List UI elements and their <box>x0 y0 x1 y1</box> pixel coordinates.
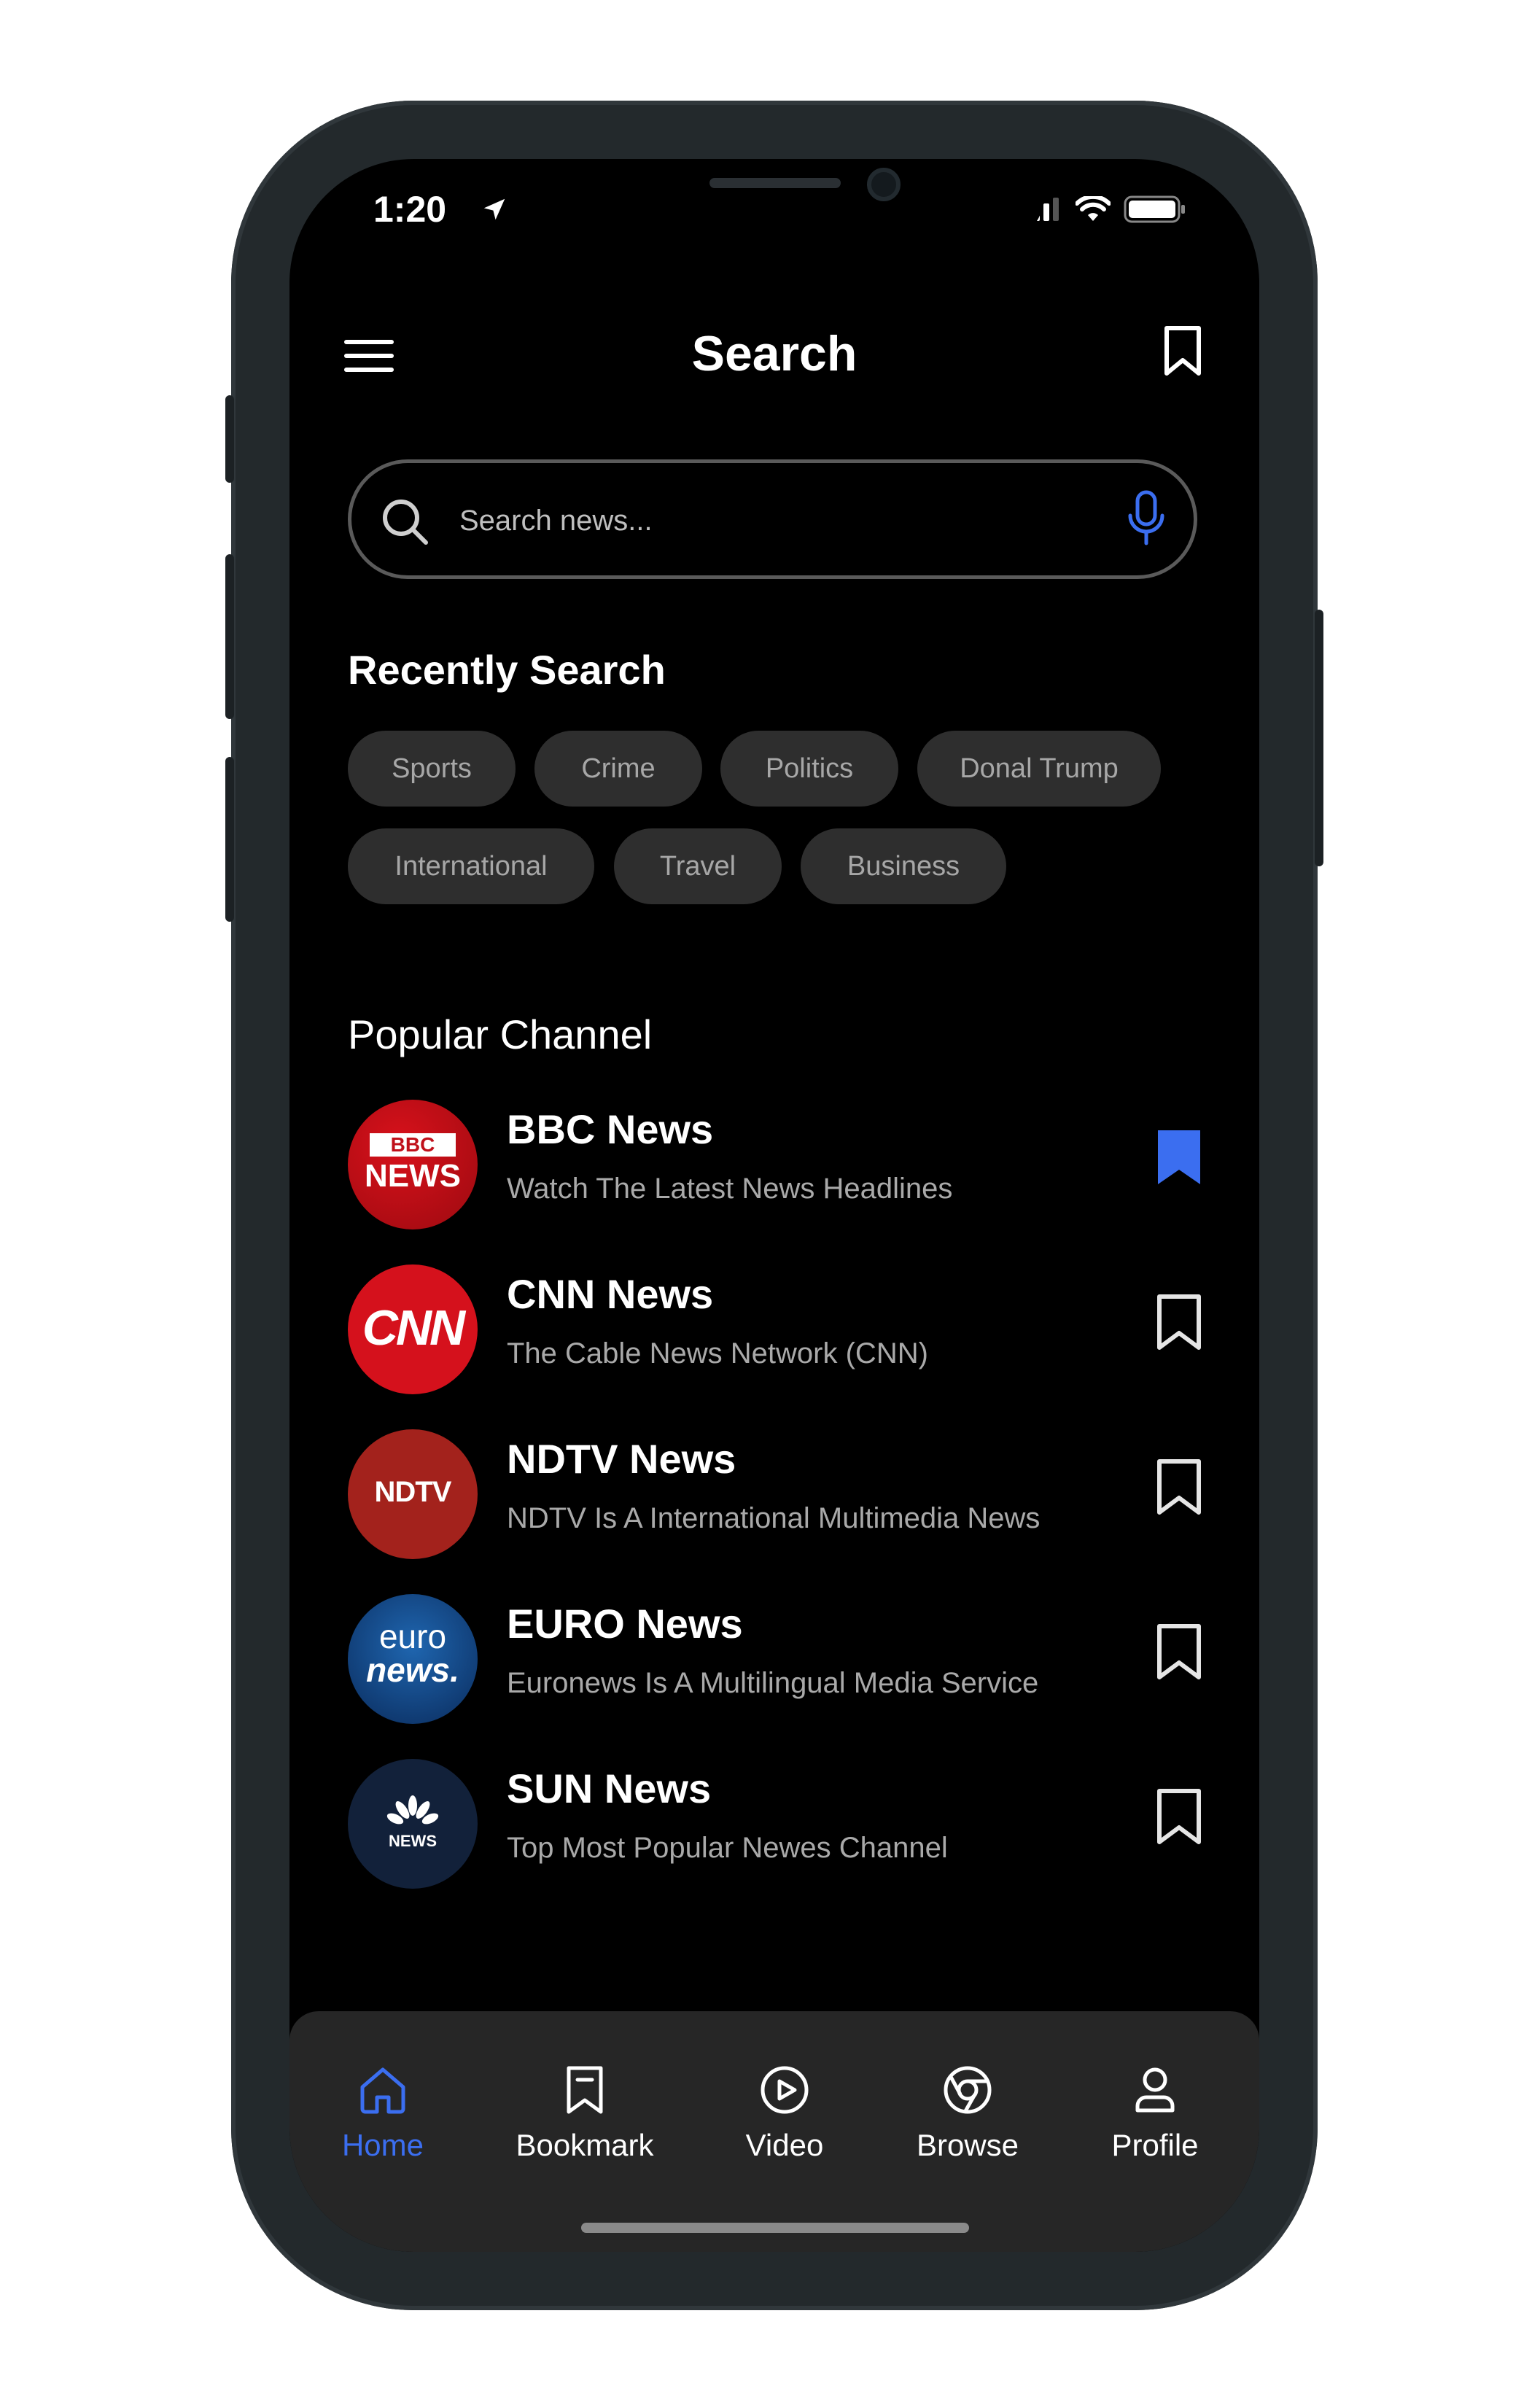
notch <box>506 159 1043 238</box>
euro-logo-news-text: news. <box>366 1651 459 1689</box>
ndtv-logo-text: NDTV <box>374 1476 452 1508</box>
channel-item[interactable]: NDTV NDTV News NDTV Is A International M… <box>348 1429 1208 1561</box>
channel-item[interactable]: BBC NEWS BBC News Watch The Latest News … <box>348 1100 1208 1231</box>
channel-name: BBC News <box>507 1106 714 1152</box>
volume-up-button <box>225 554 234 719</box>
tab-browse[interactable]: Browse <box>887 2062 1048 2163</box>
chip-crime[interactable]: Crime <box>534 731 702 807</box>
recent-search-title: Recently Search <box>348 647 666 693</box>
bookmark-icon[interactable] <box>1155 1787 1203 1846</box>
location-arrow-icon <box>483 198 505 220</box>
bottom-tab-bar: Home Bookmark Video Browse Profile <box>289 2011 1259 2252</box>
home-indicator <box>581 2223 969 2233</box>
front-camera <box>867 168 901 201</box>
browser-icon <box>944 2066 992 2114</box>
screen: 1:20 Search Search news... Recently Sear… <box>289 159 1259 2252</box>
bookmark-icon <box>567 2066 603 2114</box>
channel-description: Euronews Is A Multilingual Media Service <box>507 1667 1039 1699</box>
euronews-logo: euro news. <box>348 1594 478 1724</box>
chip-international[interactable]: International <box>348 828 594 904</box>
power-button <box>1315 610 1323 866</box>
page-title: Search <box>691 326 858 381</box>
bbc-logo-text: BBC <box>370 1133 456 1157</box>
home-icon <box>360 2067 405 2114</box>
tab-label: Bookmark <box>516 2128 654 2162</box>
tab-home[interactable]: Home <box>303 2062 463 2163</box>
battery-icon <box>1124 195 1185 223</box>
cnn-logo-text: CNN <box>362 1300 465 1356</box>
search-input[interactable] <box>458 492 1102 549</box>
ndtv-news-logo: NDTV <box>348 1429 478 1559</box>
tab-label: Video <box>745 2128 824 2162</box>
channel-name: NDTV News <box>507 1436 736 1482</box>
channel-description: Watch The Latest News Headlines <box>507 1173 953 1205</box>
tab-label: Browse <box>916 2128 1019 2162</box>
wifi-icon <box>1076 196 1111 221</box>
tab-label: Home <box>341 2128 424 2162</box>
play-circle-icon <box>761 2066 809 2114</box>
bbc-logo-news-text: NEWS <box>365 1158 461 1194</box>
bookmark-icon[interactable] <box>1155 1292 1203 1352</box>
channel-name: SUN News <box>507 1765 712 1811</box>
bbc-news-logo: BBC NEWS <box>348 1100 478 1229</box>
channel-description: NDTV Is A International Multimedia News <box>507 1502 1041 1534</box>
chip-politics[interactable]: Politics <box>720 731 898 807</box>
tab-label: Profile <box>1111 2128 1199 2162</box>
search-bar[interactable] <box>348 459 1197 579</box>
channel-item[interactable]: CNN CNN News The Cable News Network (CNN… <box>348 1264 1208 1396</box>
euro-logo-text: euro <box>378 1617 447 1655</box>
tab-profile[interactable]: Profile <box>1075 2062 1235 2163</box>
volume-down-button <box>225 757 234 922</box>
channel-name: EURO News <box>507 1601 743 1647</box>
chip-sports[interactable]: Sports <box>348 731 516 807</box>
header: Search <box>289 305 1259 400</box>
sun-logo-text: NEWS <box>389 1832 437 1850</box>
status-icons <box>1024 195 1186 223</box>
channel-description: Top Most Popular Newes Channel <box>507 1832 948 1864</box>
tab-bookmark[interactable]: Bookmark <box>505 2062 665 2163</box>
cnn-news-logo: CNN <box>348 1264 478 1394</box>
user-icon <box>1135 2067 1175 2113</box>
channel-item[interactable]: NEWS SUN News Top Most Popular Newes Cha… <box>348 1759 1208 1890</box>
chip-donal-trump[interactable]: Donal Trump <box>917 731 1161 807</box>
speaker <box>709 178 841 188</box>
sun-news-logo: NEWS <box>348 1759 478 1889</box>
channel-description: The Cable News Network (CNN) <box>507 1337 928 1369</box>
peacock-icon <box>386 1795 439 1825</box>
search-icon <box>383 500 428 545</box>
bookmark-icon[interactable] <box>1155 1622 1203 1682</box>
tab-video[interactable]: Video <box>704 2062 865 2163</box>
chip-travel[interactable]: Travel <box>614 828 782 904</box>
status-time: 1:20 <box>373 189 447 230</box>
bookmark-filled-icon[interactable] <box>1155 1127 1203 1187</box>
bookmark-icon[interactable] <box>1155 1457 1203 1517</box>
popular-channel-title: Popular Channel <box>348 1011 653 1057</box>
channel-name: CNN News <box>507 1271 714 1317</box>
chip-business[interactable]: Business <box>801 828 1006 904</box>
bookmark-icon[interactable] <box>1161 325 1205 376</box>
channel-item[interactable]: euro news. EURO News Euronews Is A Multi… <box>348 1594 1208 1725</box>
microphone-icon[interactable] <box>1124 489 1168 548</box>
silent-switch <box>225 395 234 483</box>
